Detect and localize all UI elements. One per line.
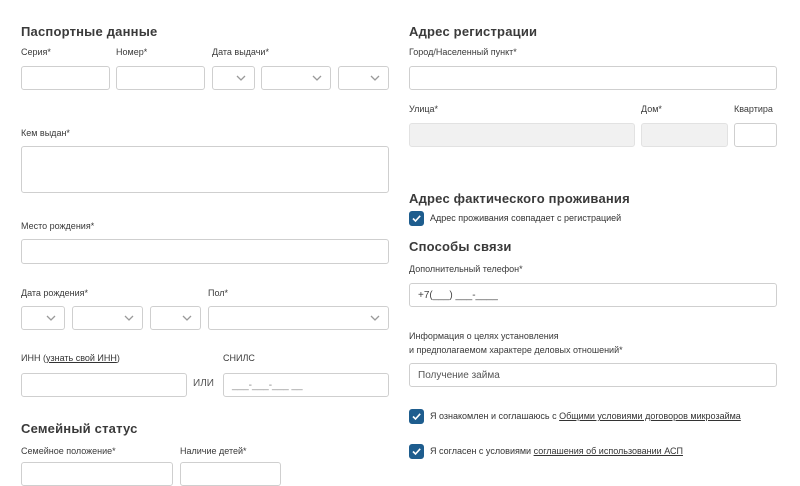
snils-placeholder: ___-___-___ __	[232, 379, 303, 391]
purpose-input[interactable]: Получение займа	[409, 363, 777, 387]
chevron-down-icon	[370, 75, 380, 81]
issued-by-textarea[interactable]	[21, 146, 389, 193]
issued-by-label: Кем выдан*	[21, 128, 70, 138]
phone-input[interactable]: +7(___) ___-____	[409, 283, 777, 307]
birth-day-select[interactable]	[21, 306, 65, 330]
purpose-label-line1: Информация о целях установления	[409, 331, 559, 341]
same-address-label: Адрес проживания совпадает с регистрацие…	[430, 213, 622, 223]
asp-text: Я согласен с условиями соглашения об исп…	[430, 446, 683, 456]
terms-prefix: Я ознакомлен и соглашаюсь с	[430, 411, 560, 421]
city-label: Город/Населенный пункт*	[409, 47, 517, 57]
phone-label: Дополнительный телефон*	[409, 264, 523, 274]
inn-label-row: ИНН (узнать свой ИНН)	[21, 353, 120, 363]
series-input[interactable]	[21, 66, 110, 90]
purpose-value: Получение займа	[418, 369, 500, 381]
gender-select[interactable]	[208, 306, 389, 330]
series-label: Серия*	[21, 47, 51, 57]
issue-year-select[interactable]	[338, 66, 389, 90]
checkmark-icon	[412, 413, 421, 421]
birthdate-label: Дата рождения*	[21, 288, 88, 298]
asp-prefix: Я согласен с условиями	[430, 446, 534, 456]
number-input[interactable]	[116, 66, 205, 90]
inn-input[interactable]	[21, 373, 187, 397]
house-input[interactable]	[641, 123, 728, 147]
number-label: Номер*	[116, 47, 148, 57]
marital-status-label: Семейное положение*	[21, 446, 116, 456]
registration-section-title: Адрес регистрации	[409, 24, 538, 39]
actual-address-section-title: Адрес фактического проживания	[409, 191, 630, 206]
children-label: Наличие детей*	[180, 446, 247, 456]
asp-link[interactable]: соглашения об использовании АСП	[534, 446, 683, 456]
checkmark-icon	[412, 215, 421, 223]
gender-label: Пол*	[208, 288, 229, 298]
inn-lookup-link[interactable]: узнать свой ИНН	[46, 353, 117, 363]
children-select[interactable]	[180, 462, 281, 486]
snils-label: СНИЛС	[223, 353, 255, 363]
birthplace-input[interactable]	[21, 239, 389, 264]
passport-section-title: Паспортные данные	[21, 24, 158, 39]
apartment-label: Квартира	[734, 104, 773, 114]
birth-month-select[interactable]	[72, 306, 143, 330]
chevron-down-icon	[312, 75, 322, 81]
contacts-section-title: Способы связи	[409, 239, 512, 254]
street-label: Улица*	[409, 104, 439, 114]
chevron-down-icon	[46, 315, 56, 321]
snils-input[interactable]: ___-___-___ __	[223, 373, 389, 397]
asp-checkbox[interactable]	[409, 444, 424, 459]
issue-month-select[interactable]	[261, 66, 331, 90]
city-input[interactable]	[409, 66, 777, 90]
chevron-down-icon	[370, 315, 380, 321]
family-section-title: Семейный статус	[21, 421, 138, 436]
chevron-down-icon	[236, 75, 246, 81]
chevron-down-icon	[182, 315, 192, 321]
purpose-label-line2: и предполагаемом характере деловых отнош…	[409, 345, 623, 355]
house-label: Дом*	[641, 104, 662, 114]
or-text: ИЛИ	[193, 378, 214, 389]
birthplace-label: Место рождения*	[21, 221, 95, 231]
same-address-checkbox[interactable]	[409, 211, 424, 226]
phone-value: +7(___) ___-____	[418, 289, 498, 301]
terms-link[interactable]: Общими условиями договоров микрозайма	[559, 411, 741, 421]
terms-checkbox[interactable]	[409, 409, 424, 424]
street-input[interactable]	[409, 123, 635, 147]
birth-year-select[interactable]	[150, 306, 201, 330]
issue-date-label: Дата выдачи*	[212, 47, 269, 57]
apartment-input[interactable]	[734, 123, 777, 147]
inn-label: ИНН	[21, 353, 41, 363]
marital-status-select[interactable]	[21, 462, 173, 486]
terms-text: Я ознакомлен и соглашаюсь с Общими услов…	[430, 411, 741, 421]
checkmark-icon	[412, 448, 421, 456]
issue-day-select[interactable]	[212, 66, 255, 90]
chevron-down-icon	[124, 315, 134, 321]
